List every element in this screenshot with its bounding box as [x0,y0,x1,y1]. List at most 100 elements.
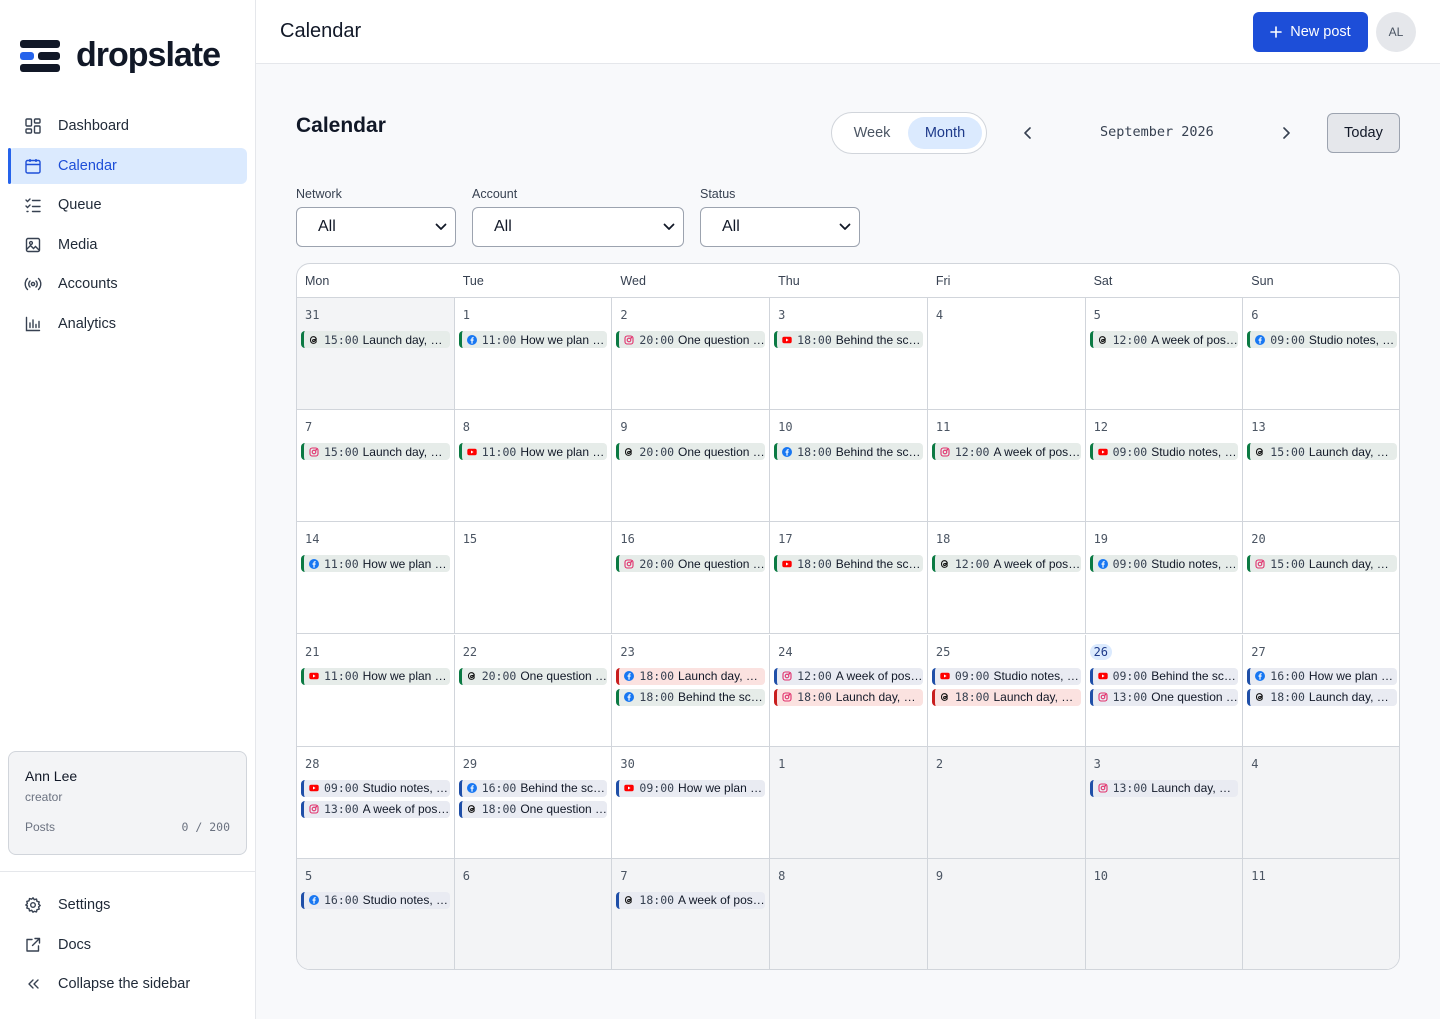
calendar-day-cell[interactable]: 4 [1243,746,1399,859]
brand-logo[interactable]: dropslate [20,36,221,75]
calendar-event[interactable]: 18:00Behind the scenes [774,331,923,348]
calendar-day-cell[interactable]: 2609:00Behind the scenes13:00One questio… [1085,634,1244,747]
calendar-event[interactable]: 15:00Launch day, what's new [301,443,450,461]
calendar-day-cell[interactable]: 2809:00Studio notes, part one13:00A week… [297,746,455,859]
calendar-event[interactable]: 12:00 A week of posting [931,443,1081,461]
calendar-event[interactable]: 20:00One question for you [458,667,608,685]
calendar-day-cell[interactable]: 1 11:00How we plan our week [454,298,613,411]
calendar-day-cell[interactable]: 9 20:00One question for you [612,410,771,523]
calendar-day-cell[interactable]: 17 18:00Behind the scenes [770,522,928,635]
calendar-day-cell[interactable]: 8 [770,858,928,969]
next-month-button[interactable] [1277,124,1295,142]
calendar-event[interactable]: 12:00 A week of posting [1089,331,1239,348]
calendar-event[interactable]: 09:00Studio notes, part one [1247,331,1397,348]
sidebar-item-accounts[interactable]: Accounts [8,266,247,302]
calendar-event[interactable]: 11:00How we plan our week [301,555,450,573]
calendar-day-cell[interactable]: 2716:00How we plan our week18:00Launch d… [1243,635,1399,747]
calendar-day-cell[interactable]: 21 11:00How we plan our week [297,634,455,747]
today-button[interactable]: Today [1327,113,1400,153]
calendar-day-cell[interactable]: 9 [927,858,1086,969]
calendar-day-cell[interactable]: 10 [1085,858,1244,969]
sidebar-item-media[interactable]: Media [8,227,247,263]
calendar-event[interactable]: 18:00Launch day, what's new [616,667,766,685]
calendar-day-cell[interactable]: 5 12:00 A week of posting [1085,298,1244,411]
calendar-event[interactable]: 20:00One question for you [616,443,766,461]
sidebar-item-analytics[interactable]: Analytics [8,306,247,342]
calendar-day-cell[interactable]: 10 18:00Behind the scenes [770,410,928,523]
calendar-event[interactable]: 18:00Launch day, what's new [1247,688,1397,706]
sidebar-item-collapse[interactable]: Collapse the sidebar [8,966,247,1002]
calendar-day-cell[interactable]: 1 [770,746,928,859]
sidebar-item-calendar[interactable]: Calendar [8,147,247,184]
calendar-event[interactable]: 16:00Studio notes, part one [301,891,450,909]
calendar-day-cell[interactable]: 24 12:00 A week of posting 18:00 Launch day,… [770,634,928,747]
calendar-day-cell[interactable]: 2 20:00One question for you [612,298,771,411]
calendar-day-cell[interactable]: 1909:00Studio notes, part one [1085,522,1244,635]
calendar-day-cell[interactable]: 4 [927,298,1086,411]
calendar-day-cell[interactable]: 2509:00Studio notes, part one18:00Launch… [927,634,1086,747]
prev-month-button[interactable] [1019,124,1037,142]
calendar-event[interactable]: 09:00Studio notes, part one [301,779,450,797]
calendar-event[interactable]: 16:00How we plan our week [1247,667,1397,685]
calendar-event[interactable]: 15:00Launch day, what's new [1247,443,1397,461]
calendar-event[interactable]: 11:00How we plan our week [458,331,608,348]
calendar-day-cell[interactable]: 20 15:00Launch day, what's new [1243,522,1399,635]
calendar-day-cell[interactable]: 2318:00Launch day, what's new18:00Behind… [612,634,771,747]
calendar-event[interactable]: 18:00 A week of posting [616,891,766,909]
calendar-event[interactable]: 18:00Launch day, what's new [931,688,1081,706]
calendar-event[interactable]: 09:00Studio notes, part one [1089,443,1239,461]
calendar-event[interactable]: 16:00Behind the scenes [458,779,608,797]
calendar-event[interactable]: 09:00Studio notes, part one [931,667,1081,685]
calendar-day-cell[interactable]: 5 16:00Studio notes, part one [297,858,455,969]
status-filter-select[interactable]: All [700,207,860,247]
calendar-event[interactable]: 12:00 A week of posting [931,555,1081,573]
network-filter-select[interactable]: All [296,207,456,247]
calendar-event[interactable]: 13:00Launch day, what's new [1089,779,1239,797]
calendar-day-cell[interactable]: 18 12:00 A week of posting [927,522,1086,635]
calendar-day-cell[interactable]: 31 15:00Launch day, what's new [297,298,455,411]
calendar-event[interactable]: 18:00One question for you [458,800,608,818]
calendar-event[interactable]: 18:00Behind the scenes [774,555,923,573]
calendar-event[interactable]: 18:00Behind the scenes [774,443,923,461]
new-post-button[interactable]: New post [1253,12,1368,52]
calendar-event[interactable]: 11:00How we plan our week [301,667,450,685]
calendar-event[interactable]: 11:00How we plan our week [458,443,608,461]
calendar-day-cell[interactable]: 2916:00Behind the scenes18:00One questio… [454,746,613,859]
calendar-event[interactable]: 15:00Launch day, what's new [301,331,450,348]
calendar-event[interactable]: 13:00 A week of posting [301,800,450,818]
calendar-event[interactable]: 18:00Behind the scenes [616,688,766,706]
view-month-button[interactable]: Month [908,117,982,149]
user-avatar[interactable]: AL [1376,12,1416,52]
calendar-event[interactable]: 09:00Studio notes, part one [1089,555,1239,573]
calendar-day-cell[interactable]: 7 18:00 A week of posting [612,858,771,969]
calendar-event[interactable]: 18:00Launch day, what's new [774,688,923,706]
sidebar-item-queue[interactable]: Queue [8,187,247,223]
calendar-day-cell[interactable]: 30 09:00How we plan our week [612,746,771,859]
calendar-day-cell[interactable]: 2 [927,746,1086,859]
calendar-event[interactable]: 09:00How we plan our week [616,779,766,797]
calendar-day-cell[interactable]: 11 12:00 A week of posting [927,410,1086,523]
calendar-day-cell[interactable]: 13 15:00Launch day, what's new [1243,410,1399,523]
calendar-day-cell[interactable]: 3 13:00Launch day, what's new [1085,746,1244,859]
calendar-day-cell[interactable]: 6 [454,858,613,969]
calendar-day-cell[interactable]: 2220:00One question for you [454,634,613,747]
calendar-day-cell[interactable]: 11 [1243,858,1399,969]
calendar-day-cell[interactable]: 7 15:00Launch day, what's new [297,410,455,523]
calendar-event[interactable]: 12:00 A week of posting [774,667,923,685]
calendar-day-cell[interactable]: 14 11:00How we plan our week [297,522,455,635]
calendar-event[interactable]: 09:00Behind the scenes [1089,667,1239,685]
calendar-event[interactable]: 15:00Launch day, what's new [1247,555,1397,573]
account-filter-select[interactable]: All [472,207,684,247]
calendar-day-cell[interactable]: 15 [454,522,613,635]
view-week-button[interactable]: Week [836,117,908,149]
sidebar-item-docs[interactable]: Docs [8,927,247,963]
sidebar-item-dashboard[interactable]: Dashboard [8,108,247,144]
sidebar-item-settings[interactable]: Settings [8,887,247,923]
calendar-day-cell[interactable]: 3 18:00Behind the scenes [770,298,928,411]
calendar-event[interactable]: 20:00One question for you [616,331,766,348]
calendar-event[interactable]: 13:00One question for you [1089,688,1239,706]
calendar-day-cell[interactable]: 16 20:00One question for you [612,522,771,635]
calendar-event[interactable]: 20:00One question for you [616,555,766,573]
calendar-day-cell[interactable]: 1209:00Studio notes, part one [1085,410,1244,523]
calendar-day-cell[interactable]: 8 11:00How we plan our week [454,410,613,523]
